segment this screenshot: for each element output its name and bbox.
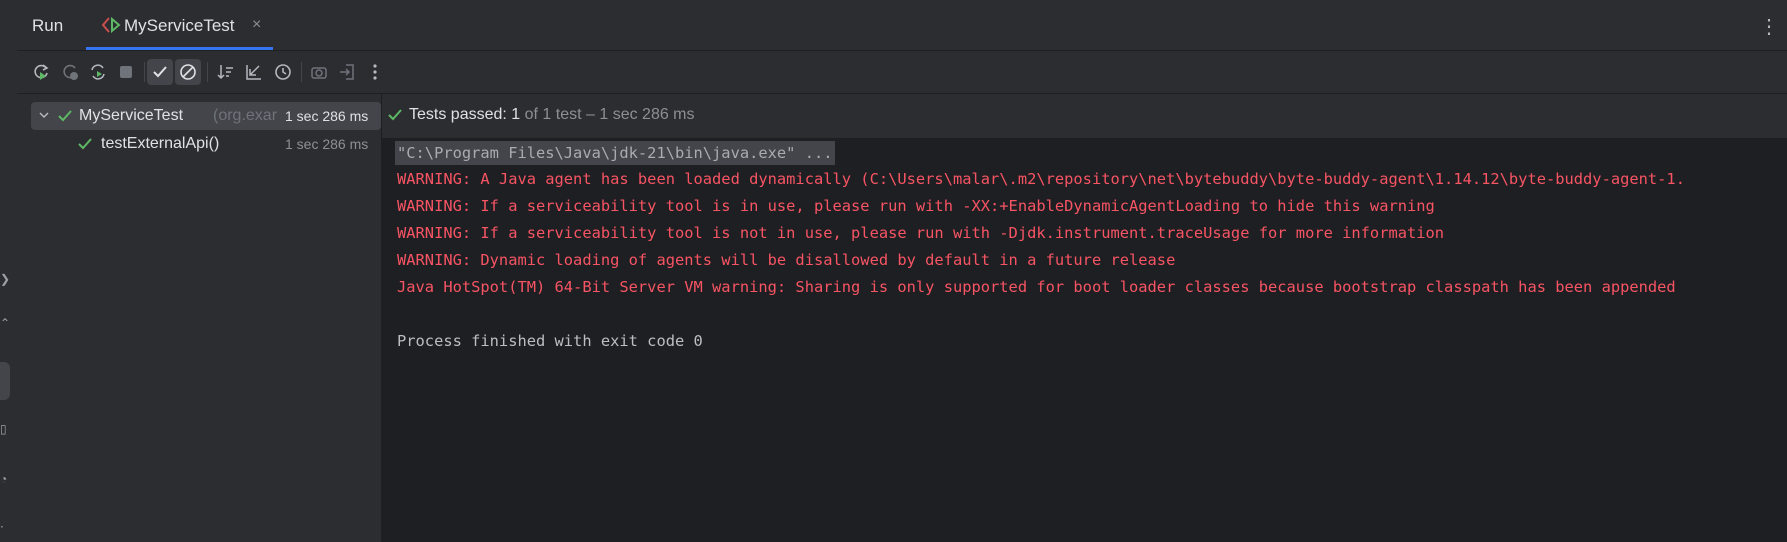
toolbar-separator bbox=[144, 62, 145, 82]
console-line: Java HotSpot(TM) 64-Bit Server VM warnin… bbox=[397, 278, 1676, 296]
toolbar-separator bbox=[301, 62, 302, 82]
import-icon[interactable] bbox=[334, 59, 360, 85]
run-panel-header: Run MyServiceTest × ⋮ bbox=[17, 0, 1787, 51]
tree-row-child[interactable]: testExternalApi() 1 sec 286 ms bbox=[31, 130, 381, 158]
status-count: 1 bbox=[511, 106, 521, 123]
tree-item-label: testExternalApi() bbox=[101, 135, 220, 152]
tree-row-root[interactable]: MyServiceTest (org.exar 1 sec 286 ms bbox=[31, 102, 381, 130]
test-status-bar: Tests passed: 1 of 1 test – 1 sec 286 ms bbox=[382, 94, 1787, 139]
console-line: WARNING: If a serviceability tool is in … bbox=[397, 197, 1435, 215]
tree-item-time: 1 sec 286 ms bbox=[285, 108, 369, 124]
panel-title: Run bbox=[32, 16, 64, 35]
console-line[interactable]: "C:\Program Files\Java\jdk-21\bin\java.e… bbox=[395, 141, 835, 165]
more-options-icon[interactable]: ⋮ bbox=[1759, 14, 1779, 39]
test-status-text: Tests passed: 1 of 1 test – 1 sec 286 ms bbox=[409, 106, 695, 124]
check-icon bbox=[388, 109, 402, 121]
console-line: WARNING: A Java agent has been loaded dy… bbox=[397, 170, 1685, 188]
left-tool-strip: ❯ ⌃ ▯ ◔ ⋅ bbox=[0, 0, 18, 542]
check-icon bbox=[78, 138, 92, 150]
chevron-down-icon[interactable] bbox=[37, 108, 51, 122]
tool-window-icon[interactable]: ▯ bbox=[0, 422, 10, 436]
tab-active-indicator bbox=[86, 47, 273, 50]
console-output[interactable]: "C:\Program Files\Java\jdk-21\bin\java.e… bbox=[382, 139, 1787, 542]
tool-window-icon[interactable]: ❯ bbox=[0, 272, 10, 286]
test-run-config-icon bbox=[101, 16, 121, 34]
show-passed-icon[interactable] bbox=[147, 59, 173, 85]
console-line: WARNING: If a serviceability tool is not… bbox=[397, 224, 1445, 242]
console-line: WARNING: Dynamic loading of agents will … bbox=[397, 251, 1176, 269]
export-icon[interactable] bbox=[306, 59, 332, 85]
tree-item-time: 1 sec 286 ms bbox=[285, 136, 369, 152]
tab-myservicetest[interactable]: MyServiceTest × bbox=[86, 0, 273, 50]
tree-item-package: (org.exar bbox=[213, 107, 278, 124]
rerun-icon[interactable] bbox=[28, 59, 54, 85]
show-ignored-icon[interactable] bbox=[175, 59, 201, 85]
rerun-failed-icon[interactable] bbox=[57, 59, 83, 85]
tool-window-icon[interactable]: ⌃ bbox=[0, 316, 10, 330]
tree-item-label: MyServiceTest bbox=[79, 107, 184, 124]
status-label: Tests passed: bbox=[409, 106, 507, 123]
tool-window-icon[interactable]: ⋅ bbox=[0, 520, 10, 534]
tool-window-icon[interactable]: ◔ bbox=[0, 472, 10, 486]
test-tree: MyServiceTest (org.exar 1 sec 286 ms tes… bbox=[17, 94, 382, 542]
toggle-auto-test-icon[interactable] bbox=[85, 59, 111, 85]
test-history-icon[interactable] bbox=[270, 59, 296, 85]
sort-icon[interactable] bbox=[213, 59, 239, 85]
status-detail: of 1 test – 1 sec 286 ms bbox=[524, 106, 695, 123]
tab-label: MyServiceTest bbox=[124, 16, 235, 35]
console-line: Process finished with exit code 0 bbox=[397, 332, 703, 350]
toolbar-separator bbox=[207, 62, 208, 82]
tool-window-selected[interactable] bbox=[0, 362, 10, 400]
check-icon bbox=[58, 110, 72, 122]
collapse-icon[interactable] bbox=[241, 59, 267, 85]
close-icon[interactable]: × bbox=[252, 16, 261, 34]
run-toolbar bbox=[17, 51, 1787, 94]
stop-icon[interactable] bbox=[113, 59, 139, 85]
more-icon[interactable] bbox=[362, 59, 388, 85]
